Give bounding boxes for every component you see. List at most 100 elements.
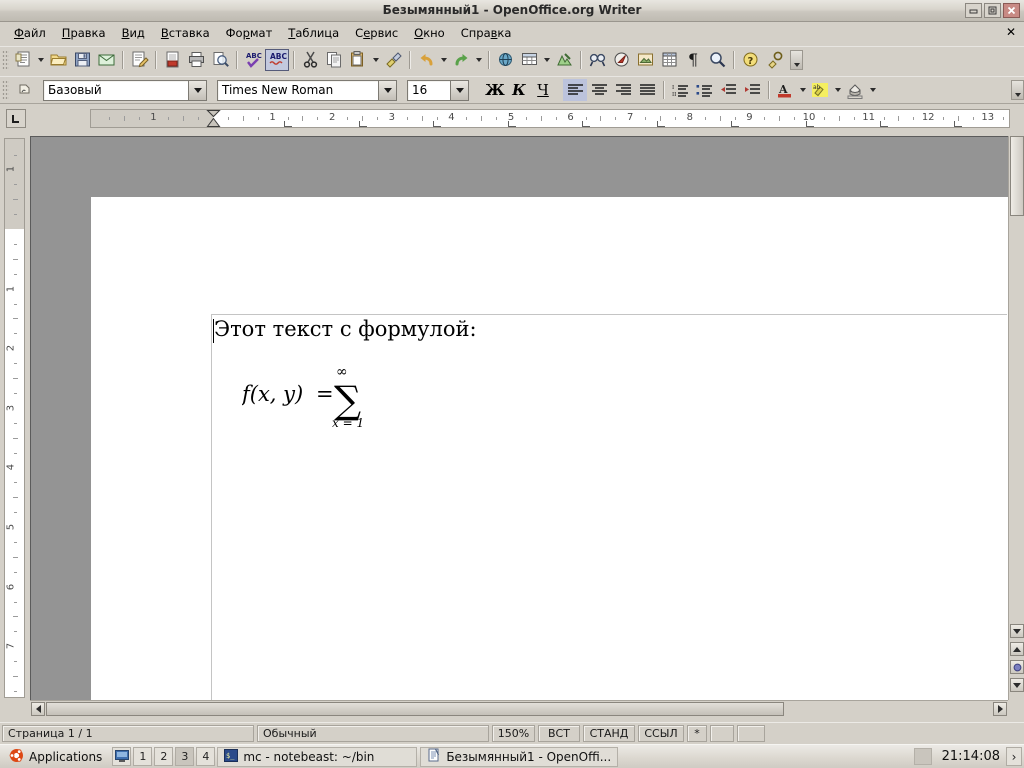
vertical-ruler[interactable]: 1 1 2 3 4 5 6 7 xyxy=(4,138,25,698)
align-left-button[interactable] xyxy=(563,79,587,101)
vertical-scrollbar[interactable] xyxy=(1008,136,1024,700)
font-size-combobox[interactable]: 16 xyxy=(407,79,469,101)
font-size-dropdown-arrow[interactable] xyxy=(450,80,468,100)
copy-icon[interactable] xyxy=(322,49,346,71)
autospellcheck-icon[interactable]: ABC xyxy=(265,48,289,71)
menu-item-3[interactable]: Вставка xyxy=(153,24,218,42)
find-replace-icon[interactable] xyxy=(585,49,609,71)
navigation-target-button[interactable] xyxy=(1010,660,1024,674)
ruler-default-tabstop[interactable] xyxy=(731,121,739,127)
paragraph-style-combobox[interactable]: Базовый xyxy=(43,79,207,101)
menu-item-0[interactable]: Файл xyxy=(6,24,54,42)
tab-left-icon[interactable] xyxy=(6,109,26,128)
tray-expand-button[interactable]: › xyxy=(1006,747,1022,766)
hyperlink-icon[interactable] xyxy=(493,49,517,71)
background-color-dropdown-icon[interactable] xyxy=(867,79,878,101)
next-page-button[interactable] xyxy=(1010,678,1024,692)
spellcheck-icon[interactable]: ABC xyxy=(241,49,265,71)
highlight-dropdown-icon[interactable] xyxy=(832,79,843,101)
vertical-scrollbar-thumb[interactable] xyxy=(1010,136,1024,216)
underline-button[interactable]: Ч xyxy=(531,79,555,101)
menu-item-4[interactable]: Формат xyxy=(218,24,281,42)
horizontal-ruler[interactable]: 1 1 2 3 4 5 6 7 8 9 10 11 12 13 xyxy=(90,109,1010,128)
decrease-indent-button[interactable] xyxy=(716,79,740,101)
minimize-button[interactable] xyxy=(965,3,982,18)
gallery-icon[interactable] xyxy=(633,49,657,71)
background-color-button[interactable] xyxy=(843,79,867,101)
ruler-default-tabstop[interactable] xyxy=(806,121,814,127)
status-hyperlink-mode[interactable]: ССЫЛ xyxy=(638,725,684,742)
menu-item-8[interactable]: Справка xyxy=(453,24,520,42)
ruler-default-tabstop[interactable] xyxy=(657,121,665,127)
ruler-default-tabstop[interactable] xyxy=(433,121,441,127)
status-zoom[interactable]: 150% xyxy=(492,725,535,742)
zoom-icon[interactable] xyxy=(705,49,729,71)
paragraph-indent-marker[interactable] xyxy=(206,110,221,127)
workspace-button-2[interactable]: 2 xyxy=(154,747,174,766)
font-color-dropdown-icon[interactable] xyxy=(797,79,808,101)
horizontal-scrollbar-track[interactable] xyxy=(46,701,992,716)
menu-item-7[interactable]: Окно xyxy=(406,24,453,42)
ruler-default-tabstop[interactable] xyxy=(954,121,962,127)
system-tray-slot[interactable] xyxy=(913,748,932,765)
menu-item-6[interactable]: Сервис xyxy=(347,24,406,42)
align-center-button[interactable] xyxy=(587,79,611,101)
math-formula-object[interactable]: f(x, y) = ∞ ∑ x = 1 xyxy=(240,361,392,436)
navigator-icon[interactable] xyxy=(609,49,633,71)
document-canvas[interactable]: Этот текст с формулой: f(x, y) = ∞ ∑ x =… xyxy=(30,136,1008,700)
taskbar-window-button-0[interactable]: $_ mc - notebeast: ~/bin xyxy=(217,746,418,767)
ruler-default-tabstop[interactable] xyxy=(508,121,516,127)
cut-icon[interactable] xyxy=(298,49,322,71)
font-color-button[interactable]: A xyxy=(773,79,797,101)
edit-file-icon[interactable] xyxy=(127,49,151,71)
bold-button[interactable]: Ж xyxy=(483,79,507,101)
show-desktop-icon[interactable] xyxy=(112,747,132,766)
whats-this-icon[interactable] xyxy=(762,49,786,71)
print-icon[interactable] xyxy=(184,49,208,71)
font-size-value[interactable]: 16 xyxy=(408,81,450,100)
font-name-dropdown-arrow[interactable] xyxy=(378,80,396,100)
formatting-toolbar-drag-handle[interactable] xyxy=(2,80,9,100)
close-document-button[interactable]: ✕ xyxy=(1006,25,1016,39)
menu-item-1[interactable]: Правка xyxy=(54,24,114,42)
standard-toolbar-overflow-button[interactable] xyxy=(790,49,803,70)
formatting-marks-icon[interactable]: ¶ xyxy=(681,49,705,71)
align-right-button[interactable] xyxy=(611,79,635,101)
italic-button[interactable]: К xyxy=(507,79,531,101)
document-page[interactable]: Этот текст с формулой: f(x, y) = ∞ ∑ x =… xyxy=(91,197,1008,700)
formatting-toolbar-overflow-button[interactable] xyxy=(1011,80,1024,100)
ordered-list-button[interactable]: I II xyxy=(668,79,692,101)
apply-style-icon[interactable] xyxy=(13,79,39,101)
font-name-value[interactable]: Times New Roman xyxy=(218,81,378,100)
data-sources-icon[interactable] xyxy=(657,49,681,71)
ruler-default-tabstop[interactable] xyxy=(284,121,292,127)
redo-icon[interactable] xyxy=(449,49,473,71)
status-insert-mode[interactable]: ВСТ xyxy=(538,725,580,742)
email-document-icon[interactable] xyxy=(94,49,118,71)
font-name-combobox[interactable]: Times New Roman xyxy=(217,79,397,101)
workspace-button-1[interactable]: 1 xyxy=(133,747,153,766)
ruler-default-tabstop[interactable] xyxy=(359,121,367,127)
paragraph-style-value[interactable]: Базовый xyxy=(44,81,188,100)
maximize-button[interactable] xyxy=(984,3,1001,18)
undo-icon[interactable] xyxy=(414,49,438,71)
workspace-button-4[interactable]: 4 xyxy=(196,747,216,766)
show-draw-functions-icon[interactable] xyxy=(552,49,576,71)
status-page-style[interactable]: Обычный xyxy=(257,725,489,742)
status-page[interactable]: Страница 1 / 1 xyxy=(2,725,254,742)
new-dropdown-icon[interactable] xyxy=(35,49,46,71)
ruler-default-tabstop[interactable] xyxy=(582,121,590,127)
print-preview-icon[interactable] xyxy=(208,49,232,71)
help-icon[interactable]: ? xyxy=(738,49,762,71)
taskbar-clock[interactable]: 21:14:08 xyxy=(936,749,1006,764)
horizontal-scrollbar[interactable] xyxy=(30,700,1008,716)
scroll-down-line-button[interactable] xyxy=(1010,624,1024,638)
paragraph-style-dropdown-arrow[interactable] xyxy=(188,80,206,100)
status-selection-mode[interactable]: СТАНД xyxy=(583,725,635,742)
scroll-right-button[interactable] xyxy=(993,701,1007,716)
applications-menu-button[interactable]: Applications xyxy=(2,747,109,767)
status-signature[interactable] xyxy=(710,725,734,742)
unordered-list-button[interactable] xyxy=(692,79,716,101)
workspace-button-3[interactable]: 3 xyxy=(175,747,195,766)
table-dropdown-icon[interactable] xyxy=(541,49,552,71)
